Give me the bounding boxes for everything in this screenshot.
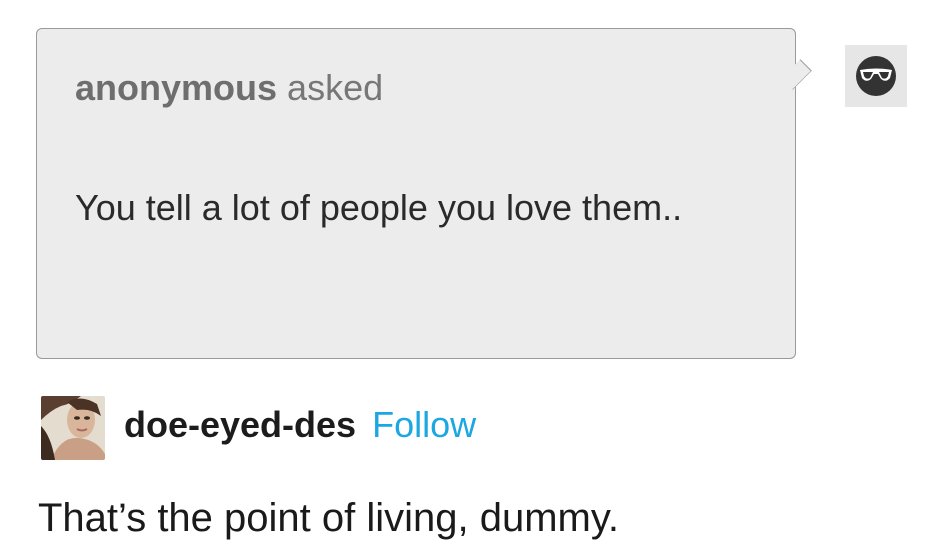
asker-name[interactable]: anonymous	[75, 67, 277, 108]
bubble-pointer	[781, 59, 812, 90]
follow-button[interactable]: Follow	[372, 404, 476, 445]
ask-bubble: anonymous asked You tell a lot of people…	[36, 28, 812, 359]
answerer-row: doe-eyed-des Follow	[124, 404, 476, 446]
question-text: You tell a lot of people you love them..	[75, 187, 683, 228]
anonymous-avatar-icon[interactable]	[845, 45, 907, 107]
answerer-avatar[interactable]	[41, 396, 105, 460]
asker-line: anonymous asked	[75, 67, 383, 109]
asked-label: asked	[287, 67, 384, 108]
blog-name-link[interactable]: doe-eyed-des	[124, 404, 356, 445]
answer-text: That’s the point of living, dummy.	[38, 496, 620, 540]
